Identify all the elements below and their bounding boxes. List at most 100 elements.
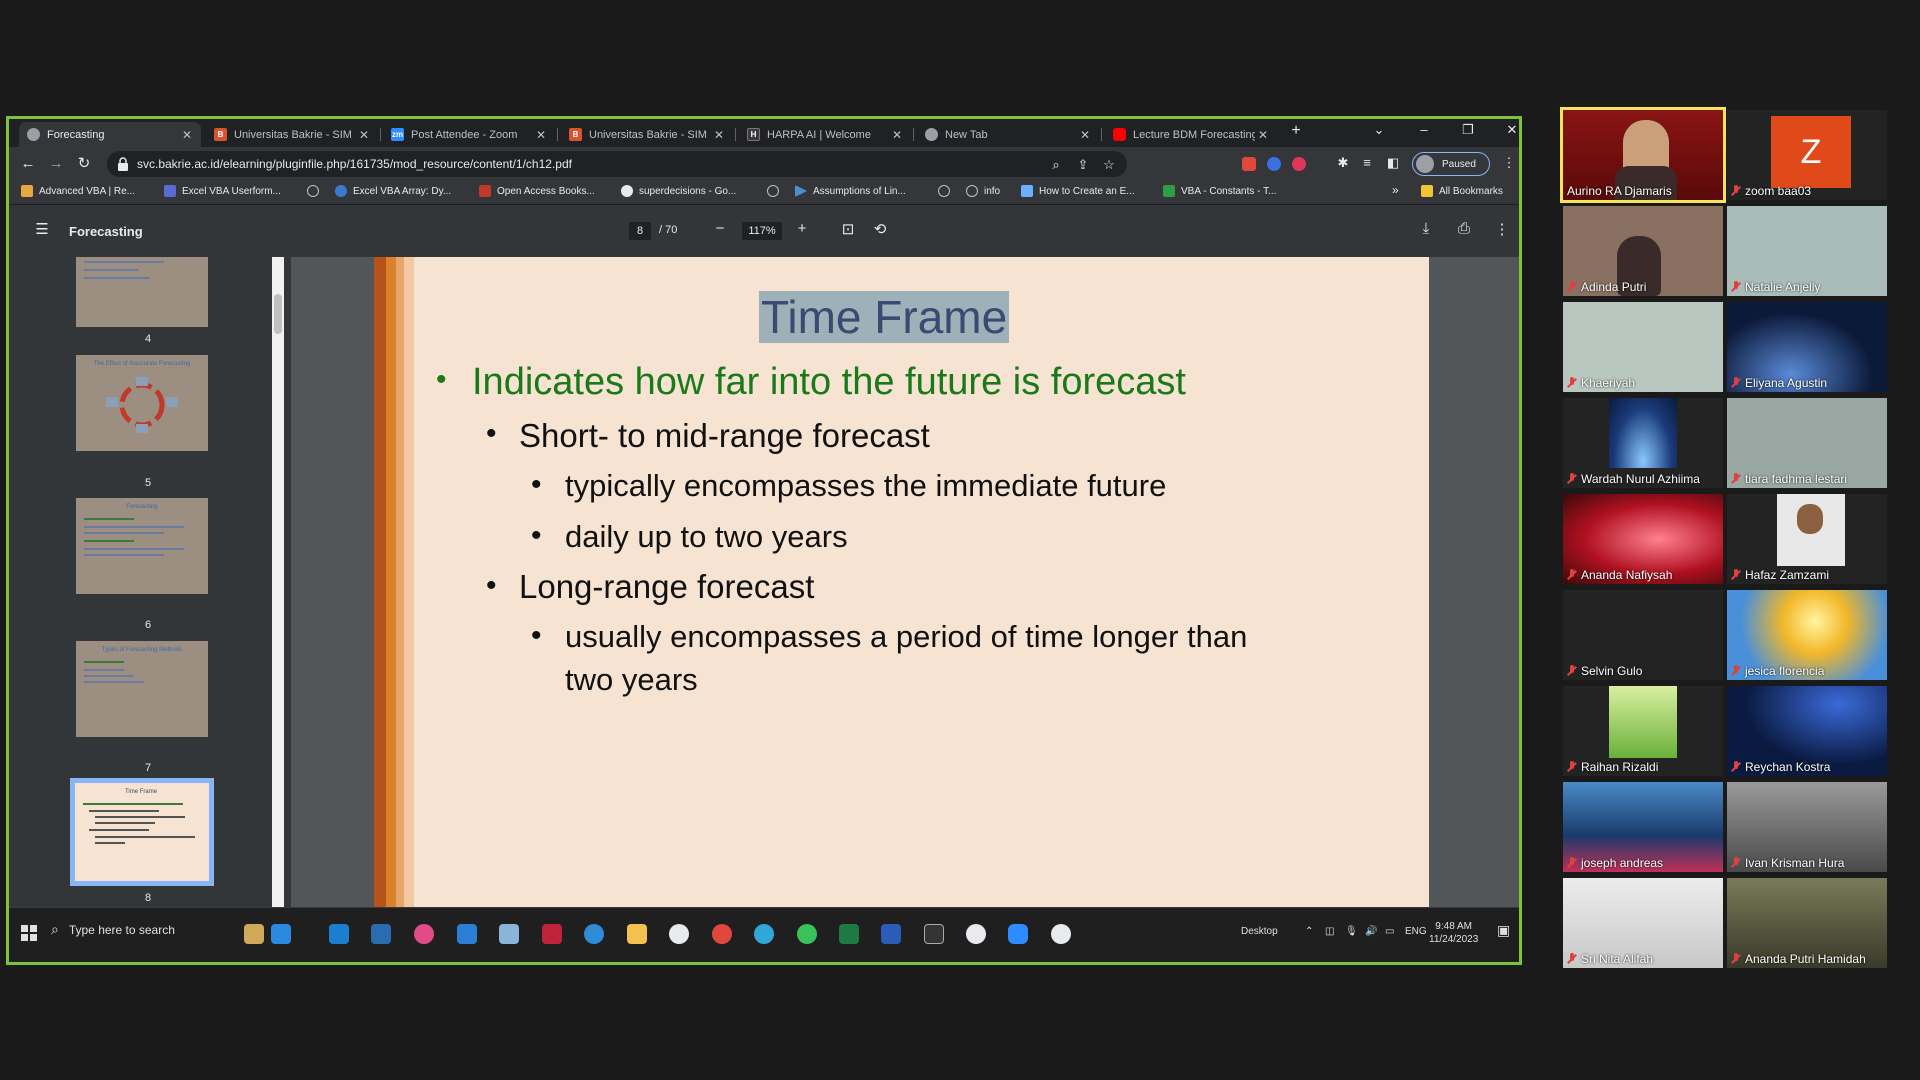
store-icon[interactable] xyxy=(371,924,391,944)
app-icon[interactable] xyxy=(414,924,434,944)
bookmark-globe-icon[interactable] xyxy=(938,185,950,197)
mail-icon[interactable] xyxy=(457,924,477,944)
app-icon[interactable] xyxy=(271,924,291,944)
extension-icon[interactable] xyxy=(1267,157,1281,171)
tab-close-icon[interactable]: ✕ xyxy=(1255,128,1271,142)
address-bar[interactable]: svc.bakrie.ac.id/elearning/pluginfile.ph… xyxy=(107,151,1127,177)
side-panel-icon[interactable]: ◧ xyxy=(1385,155,1401,171)
bookmark-item[interactable]: superdecisions - Go... xyxy=(621,185,736,197)
zoom-out-button[interactable]: − xyxy=(709,220,731,237)
tab-close-icon[interactable]: ✕ xyxy=(1077,128,1093,142)
participant-tile[interactable]: Eliyana Agustin xyxy=(1727,302,1887,392)
browser-tab[interactable]: H HARPA AI | Welcome ✕ xyxy=(739,122,911,147)
file-explorer-icon[interactable] xyxy=(627,924,647,944)
browser-tab[interactable]: New Tab ✕ xyxy=(917,122,1099,147)
chrome-icon[interactable] xyxy=(1051,924,1071,944)
new-tab-button[interactable]: + xyxy=(1281,122,1311,140)
zoom-in-button[interactable]: + xyxy=(791,220,813,237)
display-icon[interactable]: ▭ xyxy=(1385,926,1394,937)
forward-arrow-icon[interactable]: → xyxy=(45,153,67,175)
participant-tile[interactable]: Ananda Putri Hamidah xyxy=(1727,878,1887,968)
windows-start-icon[interactable] xyxy=(21,925,37,941)
tab-search-icon[interactable]: ⌄ xyxy=(1364,122,1394,138)
participant-tile[interactable]: Wardah Nurul Azhiima xyxy=(1563,398,1723,488)
participant-tile[interactable]: Ananda Nafiysah xyxy=(1563,494,1723,584)
zoom-level-input[interactable]: 117% xyxy=(742,222,782,240)
tab-close-icon[interactable]: ✕ xyxy=(179,128,195,142)
window-close-button[interactable]: ✕ xyxy=(1497,122,1519,138)
desktop-toolbar[interactable]: Desktop xyxy=(1241,926,1278,937)
app-icon[interactable] xyxy=(712,924,732,944)
rotate-icon[interactable]: ⟲ xyxy=(869,220,891,238)
page-number-input[interactable]: 8 xyxy=(629,222,651,240)
browser-tab[interactable]: zm Post Attendee - Zoom ✕ xyxy=(383,122,555,147)
site-info-icon[interactable] xyxy=(117,157,129,171)
profile-button[interactable]: Paused xyxy=(1412,152,1490,176)
network-icon[interactable]: ◫ xyxy=(1325,926,1334,937)
back-arrow-icon[interactable]: ← xyxy=(17,153,39,175)
microphone-icon[interactable]: 🎙 xyxy=(1345,926,1358,937)
tab-close-icon[interactable]: ✕ xyxy=(356,128,372,142)
bookmark-globe-icon[interactable] xyxy=(307,185,319,197)
pdf-more-icon[interactable]: ⋮ xyxy=(1491,220,1513,238)
extension-icon[interactable] xyxy=(1242,157,1256,171)
minimize-button[interactable]: – xyxy=(1409,122,1439,137)
search-highlight-icon[interactable] xyxy=(244,924,264,944)
page-thumbnail[interactable]: Forecasting xyxy=(76,498,208,594)
bookmark-item[interactable]: Advanced VBA | Re... xyxy=(21,185,135,197)
participant-tile[interactable]: Adinda Putri xyxy=(1563,206,1723,296)
page-thumbnail-selected[interactable]: Time Frame xyxy=(70,778,214,886)
download-icon[interactable]: ⤓ xyxy=(1415,220,1437,237)
browser-tab[interactable]: B Universitas Bakrie - SIM ✕ xyxy=(561,122,733,147)
tab-close-icon[interactable]: ✕ xyxy=(711,128,727,142)
edge-icon[interactable] xyxy=(584,924,604,944)
app-icon[interactable] xyxy=(499,924,519,944)
participant-tile[interactable]: Sri Nita Alifah xyxy=(1563,878,1723,968)
browser-tab[interactable]: B Universitas Bakrie - SIM ✕ xyxy=(206,122,378,147)
bookmark-globe-icon[interactable] xyxy=(767,185,779,197)
participant-tile[interactable]: Reychan Kostra xyxy=(1727,686,1887,776)
volume-icon[interactable]: 🔊 xyxy=(1365,926,1377,937)
participant-tile[interactable]: Ivan Krisman Hura xyxy=(1727,782,1887,872)
participant-tile[interactable]: Natalie Anjelly xyxy=(1727,206,1887,296)
browser-tab[interactable]: Forecasting ✕ xyxy=(19,122,201,147)
bookmarks-overflow-button[interactable]: » xyxy=(1392,183,1399,197)
menu-hamburger-icon[interactable]: ☰ xyxy=(31,220,53,238)
capcut-icon[interactable] xyxy=(924,924,944,944)
bookmark-item[interactable]: Excel VBA Userform... xyxy=(164,185,281,197)
page-thumbnail[interactable] xyxy=(76,257,208,327)
extensions-puzzle-icon[interactable]: ✱ xyxy=(1335,155,1351,171)
participant-tile[interactable]: Selvin Gulo xyxy=(1563,590,1723,680)
reading-list-icon[interactable]: ≡ xyxy=(1359,155,1375,170)
bookmark-item[interactable]: Excel VBA Array: Dy... xyxy=(335,185,451,197)
bookmark-item[interactable]: How to Create an E... xyxy=(1021,185,1135,197)
language-indicator[interactable]: ENG xyxy=(1405,926,1427,937)
share-icon[interactable]: ⇪ xyxy=(1075,157,1091,173)
print-icon[interactable]: ⎙ xyxy=(1453,220,1475,237)
notifications-icon[interactable]: ▣ xyxy=(1497,922,1510,939)
zoom-icon[interactable] xyxy=(1008,924,1028,944)
extension-icon[interactable] xyxy=(1292,157,1306,171)
participant-tile[interactable]: Aurino RA Djamaris xyxy=(1560,107,1726,203)
participant-tile[interactable]: Z zoom baa03 xyxy=(1727,110,1887,200)
edge-icon[interactable] xyxy=(754,924,774,944)
participant-tile[interactable]: Raihan Rizaldi xyxy=(1563,686,1723,776)
bookmark-item[interactable]: VBA - Constants - T... xyxy=(1163,185,1276,197)
restore-button[interactable]: ❐ xyxy=(1453,122,1483,138)
tray-chevron-icon[interactable]: ⌃ xyxy=(1305,926,1313,937)
chrome-icon[interactable] xyxy=(966,924,986,944)
page-thumbnail[interactable]: The Effect of Inaccurate Forecasting xyxy=(76,355,208,451)
tab-close-icon[interactable]: ✕ xyxy=(533,128,549,142)
bookmark-item[interactable]: info xyxy=(966,185,1000,197)
page-thumbnail[interactable]: Types of Forecasting Methods xyxy=(76,641,208,737)
participant-tile[interactable]: Khaeriyah xyxy=(1563,302,1723,392)
participant-tile[interactable]: Hafaz Zamzami xyxy=(1727,494,1887,584)
whatsapp-icon[interactable] xyxy=(797,924,817,944)
participant-tile[interactable]: joseph andreas xyxy=(1563,782,1723,872)
bookmark-item[interactable]: Open Access Books... xyxy=(479,185,595,197)
sidebar-scrollbar[interactable] xyxy=(272,257,284,907)
zoom-magnifier-icon[interactable]: ⌕ xyxy=(1048,157,1064,173)
taskbar-clock[interactable]: 9:48 AM 11/24/2023 xyxy=(1429,920,1478,946)
reload-icon[interactable]: ↻ xyxy=(73,153,95,175)
browser-tab[interactable]: Lecture BDM Forecasting ✕ xyxy=(1105,122,1277,147)
